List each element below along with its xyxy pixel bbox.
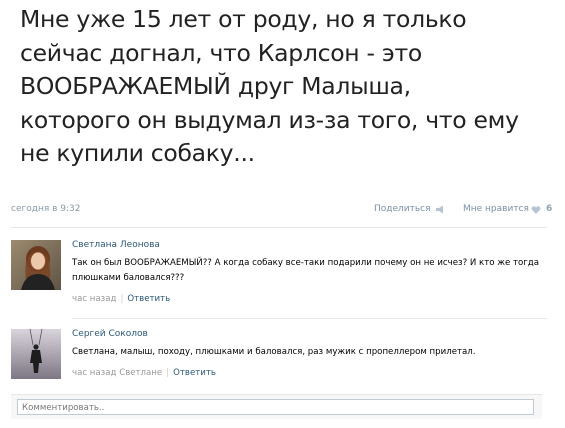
like-button[interactable]: Мне нравится <box>463 204 529 214</box>
comment-item: Сергей Соколов Светлана, малыш, походу, … <box>11 329 547 385</box>
comment-meta: час назад Светлане | Ответить <box>72 368 216 378</box>
post-line: ВООБРАЖАЕМЫЙ друг Малыша, <box>20 72 411 100</box>
post-line: сейчас догнал, что Карлсон - это <box>20 38 422 67</box>
comment-text: Светлана, малыш, походу, плюшками и бало… <box>72 347 476 357</box>
megaphone-icon[interactable] <box>435 205 445 214</box>
reply-button[interactable]: Ответить <box>127 294 170 304</box>
comment-time[interactable]: час назад <box>72 294 116 304</box>
share-button[interactable]: Поделиться <box>374 204 431 214</box>
comment-author[interactable]: Светлана Леонова <box>72 240 160 250</box>
post-line: которого он выдумал из-за того, что ему <box>20 105 519 134</box>
divider <box>11 227 547 228</box>
post-meta-row: сегодня в 9:32 Поделиться Мне нравится 6 <box>11 204 552 218</box>
comment-composer: Комментировать.. <box>11 394 542 419</box>
heart-icon[interactable] <box>531 206 541 214</box>
comment-text: Так он был ВООБРАЖАЕМЫЙ?? А когда собаку… <box>72 258 539 283</box>
reply-button[interactable]: Ответить <box>173 368 216 378</box>
post-line: Мне уже 15 лет от роду, но я только <box>20 5 467 33</box>
avatar[interactable] <box>11 240 61 290</box>
comment-time[interactable]: час назад Светлане <box>72 368 162 378</box>
like-count: 6 <box>546 204 553 214</box>
avatar[interactable] <box>11 329 61 379</box>
comment-item: Светлана Леонова Так он был ВООБРАЖАЕМЫЙ… <box>11 240 547 310</box>
comment-meta: час назад | Ответить <box>72 294 171 304</box>
post-date[interactable]: сегодня в 9:32 <box>11 204 80 214</box>
comment-input[interactable]: Комментировать.. <box>17 399 534 415</box>
divider <box>72 318 547 319</box>
post-line: не купили собаку... <box>20 139 255 167</box>
comment-author[interactable]: Сергей Соколов <box>72 329 148 339</box>
post-text: Мне уже 15 лет от роду, но я только сейч… <box>20 3 560 171</box>
